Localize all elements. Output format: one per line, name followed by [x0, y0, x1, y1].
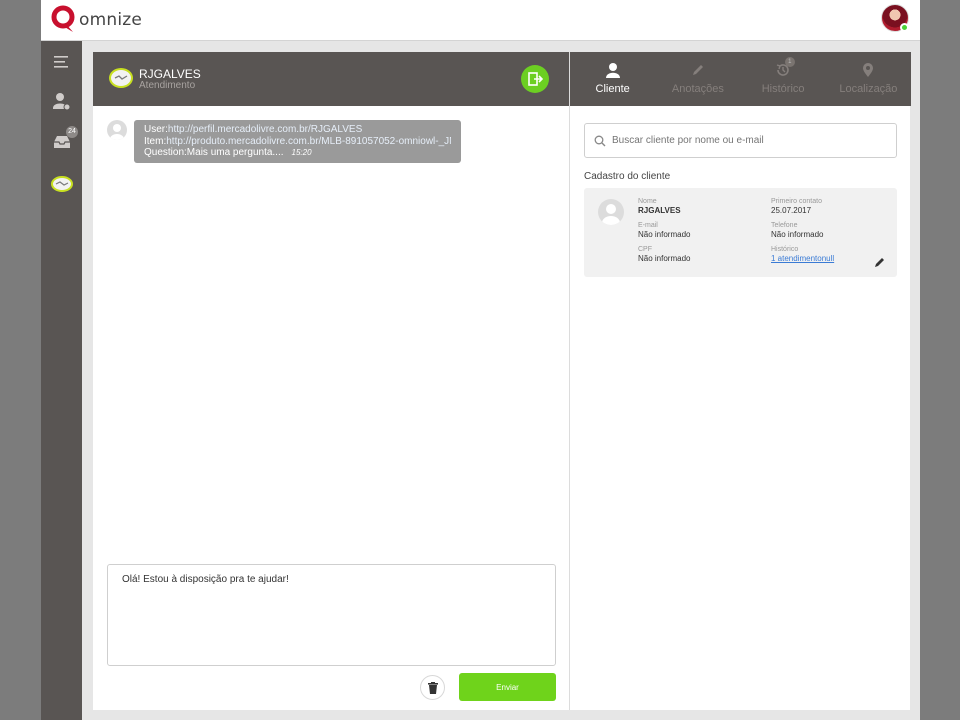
- tab-historico-label: Histórico: [761, 83, 805, 95]
- tab-anotacoes[interactable]: Anotações: [655, 52, 740, 106]
- field-name: Nome RJGALVES: [638, 197, 681, 216]
- field-history: Histórico 1 atendimentonull: [771, 245, 834, 264]
- end-chat-button[interactable]: [521, 65, 549, 93]
- tab-historico[interactable]: 1 Histórico: [741, 52, 826, 106]
- trash-icon: [427, 681, 438, 694]
- logo-text: omnize: [79, 10, 143, 30]
- message-user-label: User:: [144, 124, 168, 135]
- message-item-label: Item:: [144, 135, 167, 147]
- search-icon: [594, 135, 606, 146]
- user-avatar[interactable]: [881, 4, 909, 32]
- tab-localizacao-label: Localização: [839, 83, 898, 95]
- user-location-icon: [53, 93, 71, 111]
- chat-header: RJGALVES Atendimento: [93, 52, 569, 106]
- field-cpf: CPF Não informado: [638, 245, 690, 264]
- historico-badge: 1: [784, 57, 795, 67]
- tab-anotacoes-label: Anotações: [671, 83, 724, 95]
- field-phone-value: Não informado: [771, 230, 824, 239]
- message-question-line: Question:Mais uma pergunta.... 15:20: [144, 147, 451, 159]
- sidebar-item-inbox[interactable]: 24: [49, 126, 78, 155]
- sidebar-item-handshake[interactable]: [49, 171, 75, 197]
- omnize-logo[interactable]: omnize: [51, 5, 142, 35]
- message-item-link[interactable]: http://produto.mercadolivre.com.br/MLB-8…: [166, 136, 451, 147]
- info-tabs: Cliente Anotações 1 Histórico Localizaçã…: [570, 52, 911, 106]
- message-user-link[interactable]: http://perfil.mercadolivre.com.br/RJGALV…: [168, 124, 362, 135]
- message-user-line: User:http://perfil.mercadolivre.com.br/R…: [144, 124, 451, 136]
- chat-panel: RJGALVES Atendimento User:http://perfil.…: [93, 52, 569, 710]
- menu-button[interactable]: [49, 49, 75, 75]
- inbox-badge: 24: [66, 126, 78, 138]
- history-link[interactable]: 1 atendimentonull: [771, 254, 834, 264]
- default-user-icon: [110, 124, 124, 140]
- send-button[interactable]: Enviar: [459, 673, 556, 701]
- field-email-label: E-mail: [638, 222, 658, 229]
- field-name-value: RJGALVES: [638, 206, 681, 215]
- delete-button[interactable]: [420, 675, 445, 700]
- client-info-panel: Cliente Anotações 1 Histórico Localizaçã…: [569, 52, 911, 710]
- message-bubble: User:http://perfil.mercadolivre.com.br/R…: [134, 120, 461, 163]
- handshake-icon: [114, 75, 128, 80]
- tab-localizacao[interactable]: Localização: [826, 52, 911, 106]
- omnize-logo-icon: [51, 5, 75, 32]
- search-input[interactable]: [612, 135, 882, 146]
- contact-name: RJGALVES: [139, 67, 201, 81]
- person-icon: [605, 63, 620, 78]
- top-bar: omnize: [41, 0, 920, 41]
- message-avatar: [107, 120, 127, 140]
- contact-status: Atendimento: [139, 80, 196, 91]
- tab-cliente-label: Cliente: [595, 83, 630, 95]
- sidebar: 24: [41, 41, 82, 720]
- location-pin-icon: [863, 63, 874, 77]
- client-avatar: [598, 199, 624, 225]
- tab-cliente[interactable]: Cliente: [570, 52, 655, 106]
- online-status-dot: [900, 23, 909, 32]
- exit-icon: [528, 72, 543, 86]
- message-time: 15:20: [291, 148, 312, 157]
- handshake-icon: [51, 176, 73, 192]
- message-item-line: Item:http://produto.mercadolivre.com.br/…: [144, 136, 451, 148]
- reply-textarea[interactable]: Olá! Estou à disposição pra te ajudar!: [107, 564, 556, 666]
- contact-channel-icon: [109, 68, 133, 88]
- field-name-label: Nome: [638, 198, 657, 205]
- field-cpf-label: CPF: [638, 246, 652, 253]
- field-first-contact: Primeiro contato 25.07.2017: [771, 197, 822, 216]
- field-email: E-mail Não informado: [638, 221, 690, 240]
- edit-client-button[interactable]: [874, 255, 886, 267]
- field-email-value: Não informado: [638, 230, 691, 239]
- menu-icon: [54, 56, 68, 68]
- default-user-icon: [602, 204, 620, 225]
- field-history-label: Histórico: [771, 246, 799, 253]
- field-phone-label: Telefone: [771, 222, 798, 229]
- field-first-contact-label: Primeiro contato: [771, 198, 822, 205]
- field-phone: Telefone Não informado: [771, 221, 823, 240]
- pencil-icon: [875, 258, 884, 267]
- client-search[interactable]: [584, 123, 897, 158]
- app-window: omnize 24 RJGALVES Atendimento User:http…: [41, 0, 920, 720]
- field-first-contact-value: 25.07.2017: [771, 206, 812, 215]
- pencil-icon: [692, 65, 703, 75]
- client-card: Nome RJGALVES Primeiro contato 25.07.201…: [584, 188, 897, 277]
- field-cpf-value: Não informado: [638, 254, 691, 263]
- message-question: Question:Mais uma pergunta....: [144, 147, 284, 158]
- section-title: Cadastro do cliente: [584, 171, 671, 182]
- sidebar-item-contacts[interactable]: [49, 89, 75, 115]
